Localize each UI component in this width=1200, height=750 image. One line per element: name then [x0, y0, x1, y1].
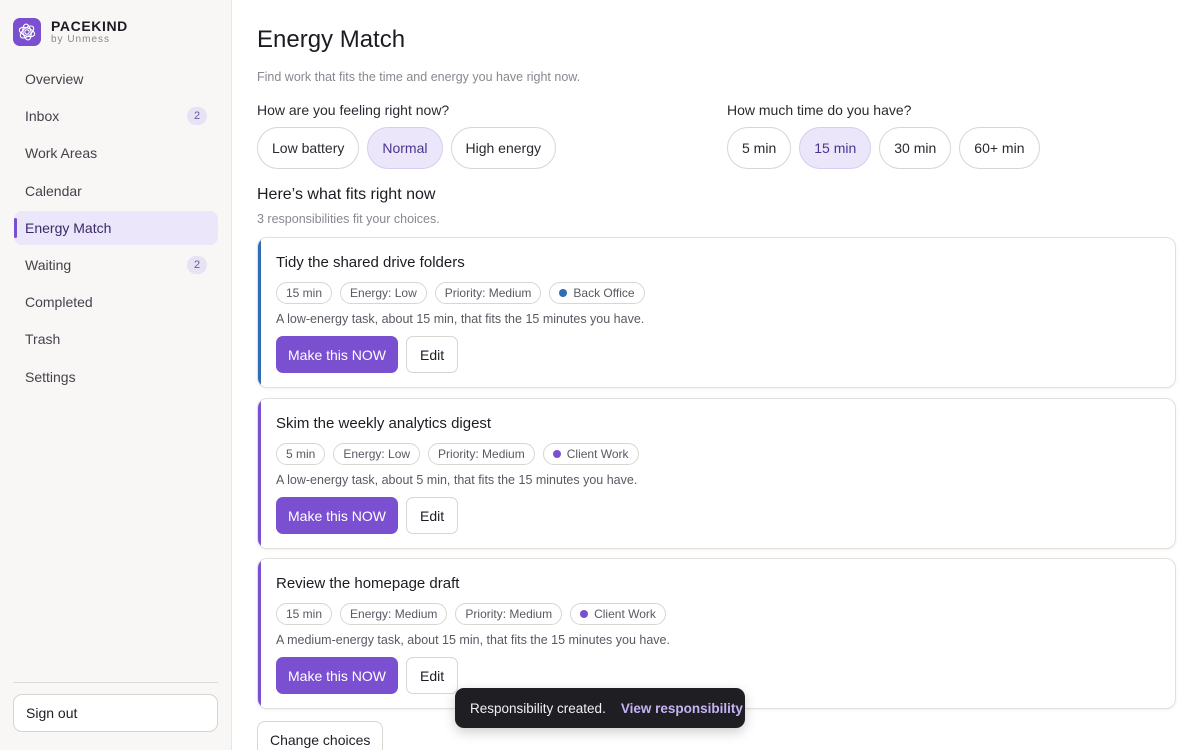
- make-this-now-button[interactable]: Make this NOW: [276, 657, 399, 694]
- task-card: Review the homepage draft 15 min Energy:…: [257, 558, 1176, 709]
- sidebar-item-label: Overview: [25, 71, 84, 87]
- energy-chip: Energy: Medium: [340, 603, 448, 625]
- sidebar: PACEKIND by Unmess Overview Inbox 2 Work…: [0, 0, 232, 750]
- sidebar-item-label: Work Areas: [25, 145, 98, 162]
- results-title: Here’s what fits right now: [257, 186, 436, 203]
- task-meta: 15 min Energy: Medium Priority: Medium C…: [276, 603, 666, 625]
- task-actions: Make this NOW Edit: [276, 657, 459, 694]
- task-actions: Make this NOW Edit: [276, 497, 459, 534]
- main-content: Energy Match Find work that fits the tim…: [257, 0, 1176, 750]
- sidebar-item-label: Trash: [25, 331, 61, 348]
- task-title: Tidy the shared drive folders: [276, 254, 465, 271]
- view-responsibility-link[interactable]: View responsibility: [621, 701, 743, 716]
- feeling-option-normal[interactable]: Normal: [367, 127, 443, 169]
- sidebar-item-label: Completed: [25, 294, 93, 311]
- sidebar-item-label: Calendar: [25, 182, 82, 199]
- feeling-options: Low battery Normal High energy: [257, 127, 556, 169]
- work-area-dot-icon: [559, 289, 568, 297]
- duration-chip: 5 min: [276, 443, 326, 465]
- energy-chip: Energy: Low: [333, 443, 421, 465]
- work-area-chip: Back Office: [549, 282, 645, 304]
- time-options: 5 min 15 min 30 min 60+ min: [727, 127, 1040, 169]
- priority-chip: Priority: Medium: [455, 603, 563, 625]
- sidebar-divider: [13, 682, 218, 683]
- sidebar-item-label: Inbox: [25, 108, 60, 125]
- task-meta: 15 min Energy: Low Priority: Medium Back…: [276, 282, 645, 304]
- count-badge: 2: [187, 255, 207, 274]
- edit-button[interactable]: Edit: [406, 497, 459, 534]
- feeling-option-high-energy[interactable]: High energy: [450, 127, 556, 169]
- time-option-15-min[interactable]: 15 min: [799, 127, 872, 169]
- feeling-option-low-battery[interactable]: Low battery: [257, 127, 360, 169]
- change-choices-button[interactable]: Change choices: [257, 721, 384, 750]
- duration-chip: 15 min: [276, 603, 333, 625]
- toast-message: Responsibility created.: [470, 700, 606, 716]
- work-area-label: Back Office: [573, 286, 635, 300]
- work-area-chip: Client Work: [570, 603, 666, 625]
- sidebar-item-waiting[interactable]: Waiting 2: [14, 248, 218, 282]
- card-accent-bar: [258, 399, 261, 548]
- sidebar-item-calendar[interactable]: Calendar: [14, 174, 218, 208]
- sidebar-item-work-areas[interactable]: Work Areas: [14, 136, 218, 170]
- brand-logo-icon: [13, 18, 41, 46]
- sidebar-item-label: Energy Match: [25, 219, 112, 236]
- make-this-now-button[interactable]: Make this NOW: [276, 497, 399, 534]
- time-option-60-plus-min[interactable]: 60+ min: [959, 127, 1040, 169]
- task-description: A low-energy task, about 15 min, that fi…: [276, 312, 645, 326]
- card-accent-bar: [258, 559, 261, 708]
- task-description: A medium-energy task, about 15 min, that…: [276, 633, 670, 647]
- sign-out-button[interactable]: Sign out: [13, 694, 218, 732]
- energy-chip: Energy: Low: [340, 282, 427, 304]
- duration-chip: 15 min: [276, 282, 333, 304]
- priority-chip: Priority: Medium: [428, 443, 535, 465]
- sidebar-item-label: Waiting: [25, 256, 72, 273]
- feeling-question: How are you feeling right now?: [257, 102, 450, 118]
- sidebar-item-trash[interactable]: Trash: [14, 322, 218, 356]
- priority-chip: Priority: Medium: [434, 282, 542, 304]
- task-card: Skim the weekly analytics digest 5 min E…: [257, 398, 1176, 549]
- task-actions: Make this NOW Edit: [276, 336, 459, 373]
- task-title: Review the homepage draft: [276, 575, 460, 592]
- page-subtitle: Find work that fits the time and energy …: [257, 70, 581, 84]
- toast-notification: Responsibility created. View responsibil…: [455, 688, 745, 728]
- task-description: A low-energy task, about 5 min, that fit…: [276, 473, 638, 487]
- brand-tagline: by Unmess: [51, 34, 111, 45]
- sidebar-item-label: Settings: [25, 368, 76, 385]
- sidebar-item-energy-match[interactable]: Energy Match: [14, 210, 218, 245]
- brand: PACEKIND by Unmess: [13, 18, 128, 46]
- results-count: 3 responsibilities fit your choices.: [257, 212, 440, 226]
- edit-button[interactable]: Edit: [406, 336, 459, 373]
- time-option-30-min[interactable]: 30 min: [879, 127, 952, 169]
- brand-name: PACEKIND: [51, 18, 128, 34]
- time-option-5-min[interactable]: 5 min: [727, 127, 792, 169]
- work-area-chip: Client Work: [542, 443, 639, 465]
- count-badge: 2: [187, 107, 207, 126]
- task-title: Skim the weekly analytics digest: [276, 415, 492, 432]
- card-accent-bar: [258, 238, 261, 387]
- time-question: How much time do you have?: [727, 102, 912, 118]
- edit-button[interactable]: Edit: [406, 657, 459, 694]
- work-area-dot-icon: [552, 450, 561, 458]
- work-area-dot-icon: [580, 610, 589, 618]
- sidebar-nav: Overview Inbox 2 Work Areas Calendar Ene…: [14, 62, 218, 397]
- sidebar-item-completed[interactable]: Completed: [14, 285, 218, 319]
- make-this-now-button[interactable]: Make this NOW: [276, 336, 399, 373]
- work-area-label: Client Work: [594, 607, 656, 621]
- sidebar-item-overview[interactable]: Overview: [14, 62, 218, 96]
- task-meta: 5 min Energy: Low Priority: Medium Clien…: [276, 443, 639, 465]
- sidebar-item-inbox[interactable]: Inbox 2: [14, 99, 218, 133]
- sidebar-item-settings[interactable]: Settings: [14, 360, 218, 394]
- page-title: Energy Match: [257, 26, 406, 53]
- work-area-label: Client Work: [566, 447, 629, 461]
- task-card: Tidy the shared drive folders 15 min Ene…: [257, 237, 1176, 388]
